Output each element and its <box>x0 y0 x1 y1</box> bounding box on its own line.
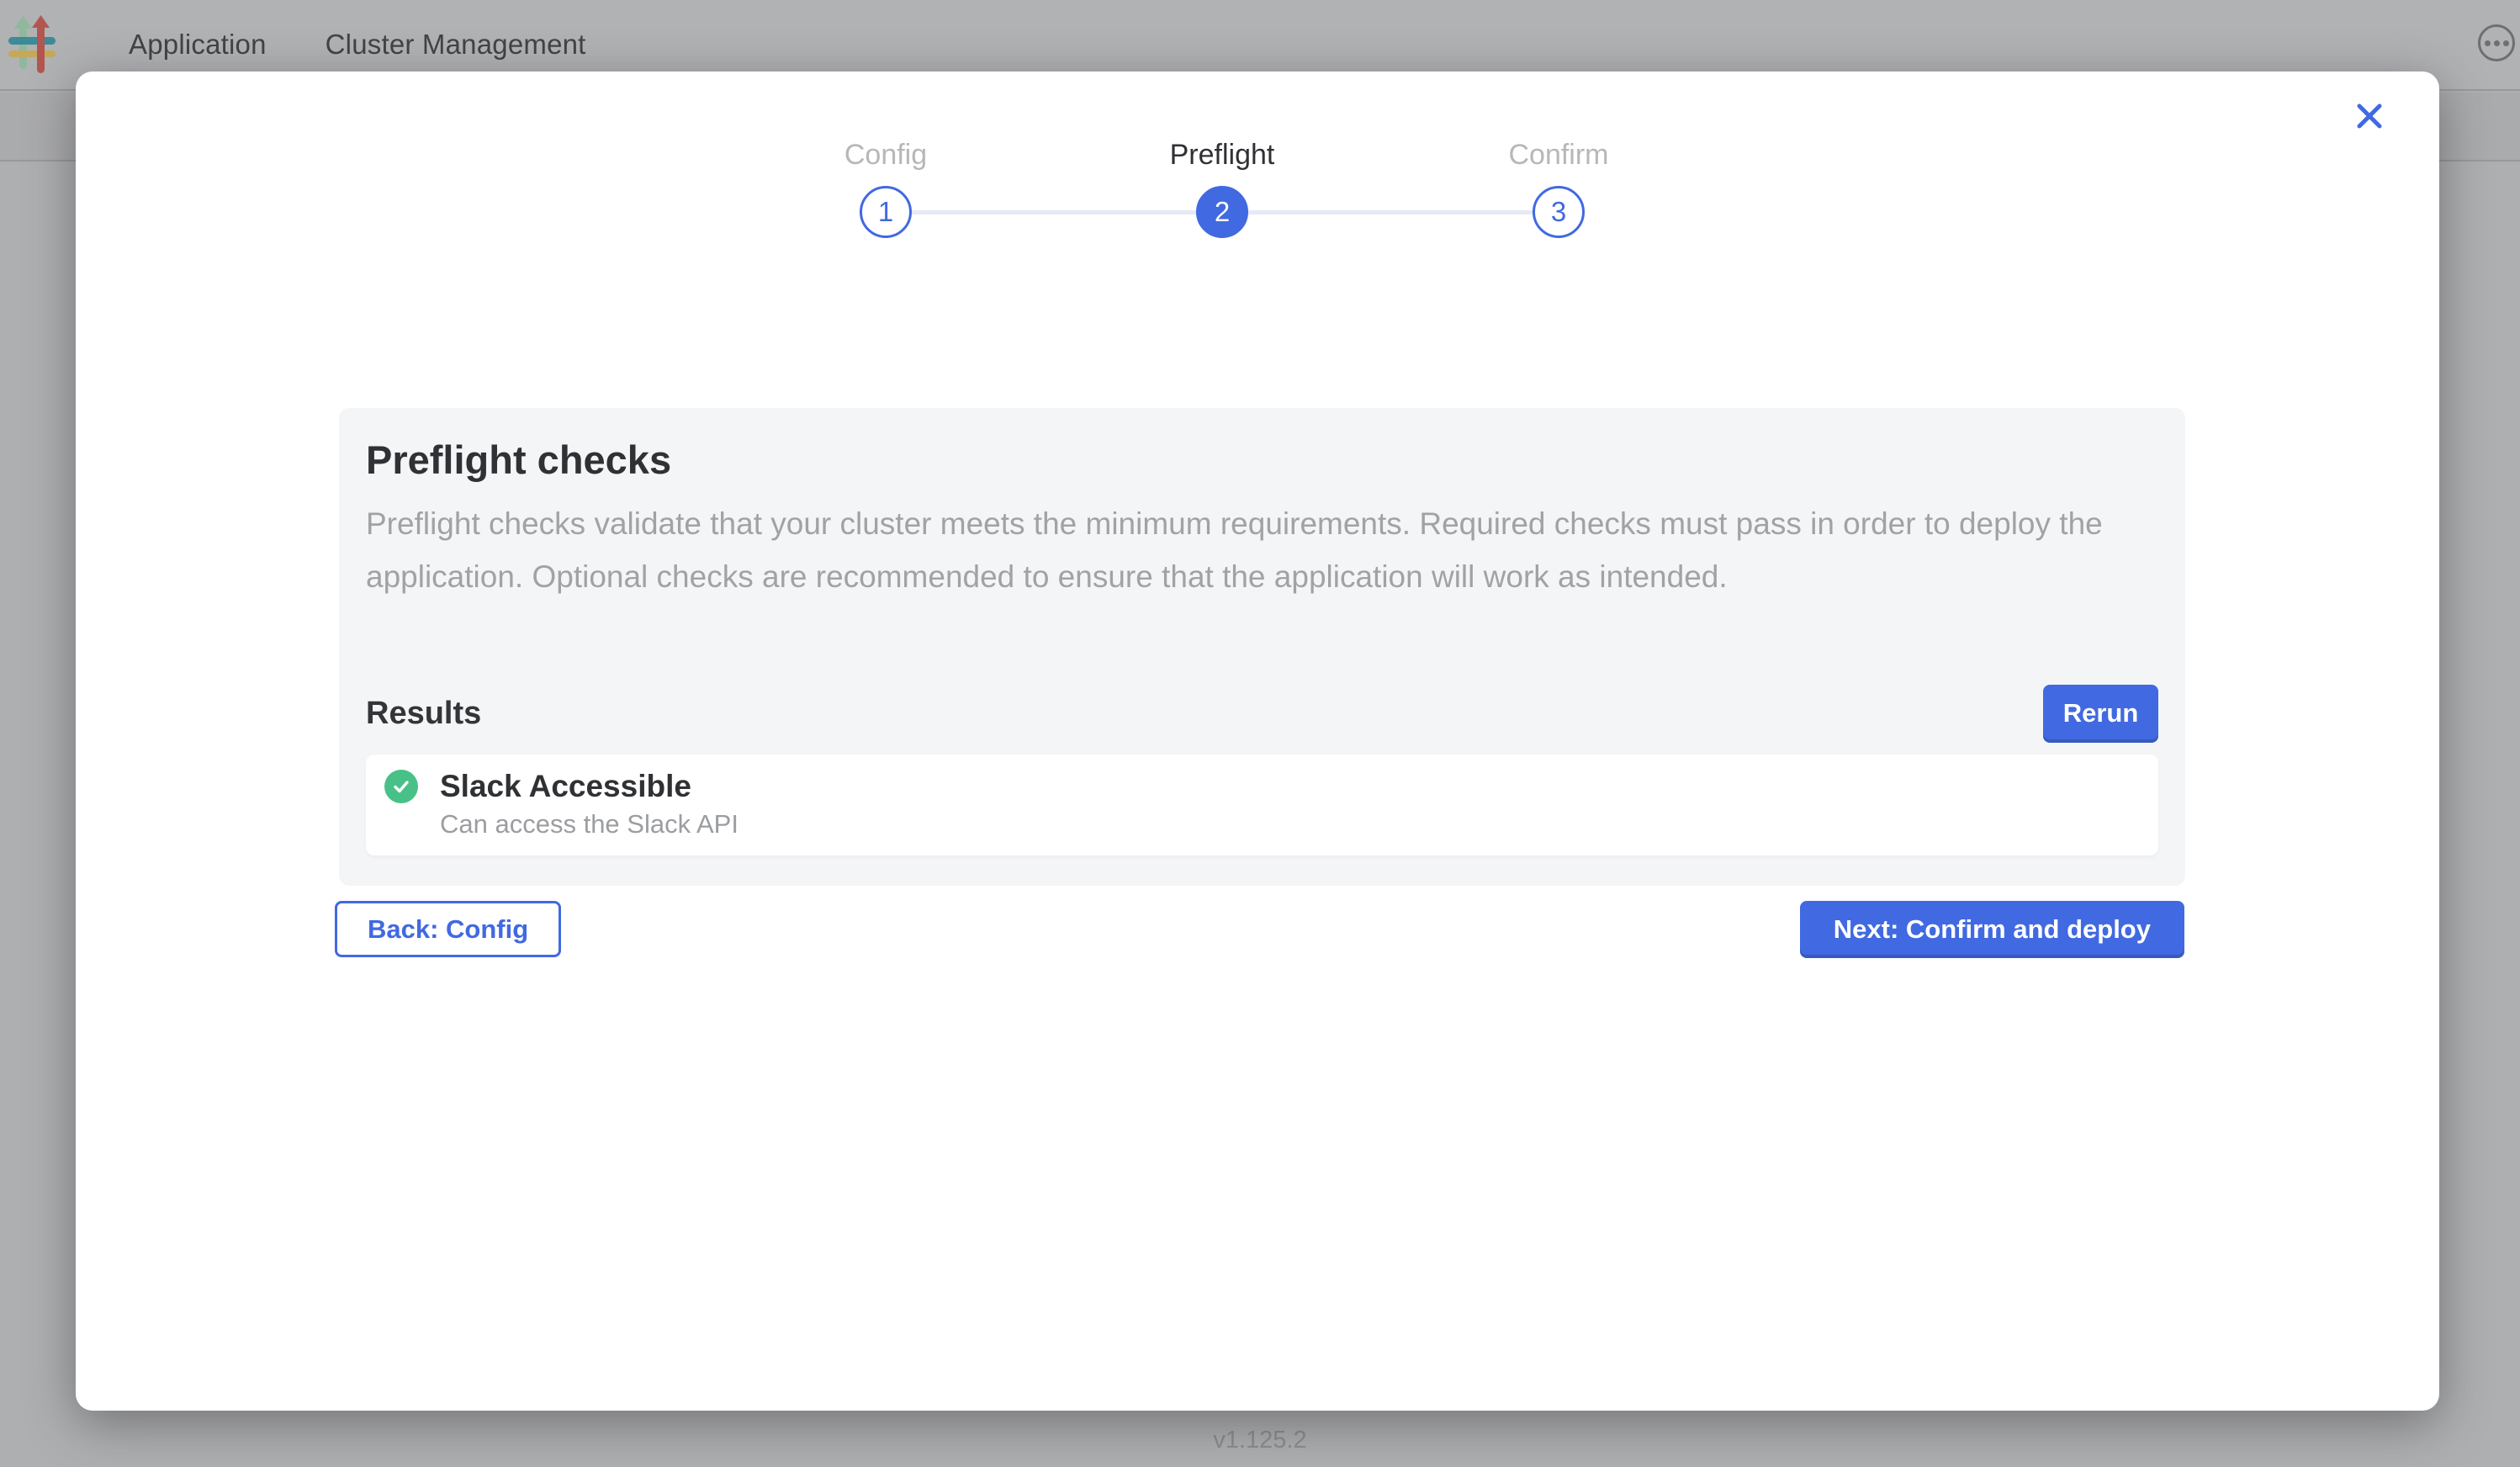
panel-title: Preflight checks <box>366 437 2158 484</box>
check-title: Slack Accessible <box>440 768 691 805</box>
check-circle-icon <box>384 770 418 803</box>
check-description: Can access the Slack API <box>440 808 2136 840</box>
step-label-confirm: Confirm <box>1390 137 1727 172</box>
nav-items: Application Cluster Management <box>129 29 586 61</box>
panel-description: Preflight checks validate that your clus… <box>366 497 2158 603</box>
results-heading: Results <box>366 696 481 732</box>
rerun-button[interactable]: Rerun <box>2043 685 2158 743</box>
step-circle-3[interactable]: 3 <box>1533 186 1585 238</box>
back-button[interactable]: Back: Config <box>335 901 561 957</box>
step-circle-2[interactable]: 2 <box>1196 186 1248 238</box>
close-icon[interactable] <box>2355 102 2384 130</box>
app-version: v1.125.2 <box>0 1427 2520 1454</box>
wizard-stepper: Config Preflight Confirm 1 2 3 <box>717 137 1727 238</box>
step-label-config: Config <box>717 137 1054 172</box>
nav-item-application[interactable]: Application <box>129 29 267 61</box>
preflight-check-row: Slack Accessible Can access the Slack AP… <box>366 755 2158 855</box>
nav-item-cluster-management[interactable]: Cluster Management <box>326 29 586 61</box>
preflight-panel: Preflight checks Preflight checks valida… <box>339 408 2185 886</box>
next-button[interactable]: Next: Confirm and deploy <box>1800 901 2184 958</box>
app-logo-icon <box>8 15 56 74</box>
step-circle-1[interactable]: 1 <box>860 186 912 238</box>
step-label-preflight: Preflight <box>1054 137 1390 172</box>
wizard-actions: Back: Config Next: Confirm and deploy <box>335 901 2184 958</box>
preflight-modal: Config Preflight Confirm 1 2 3 Preflight… <box>76 71 2439 1411</box>
ellipsis-menu-icon[interactable] <box>2478 24 2515 61</box>
results-header-row: Results Rerun <box>366 684 2158 743</box>
